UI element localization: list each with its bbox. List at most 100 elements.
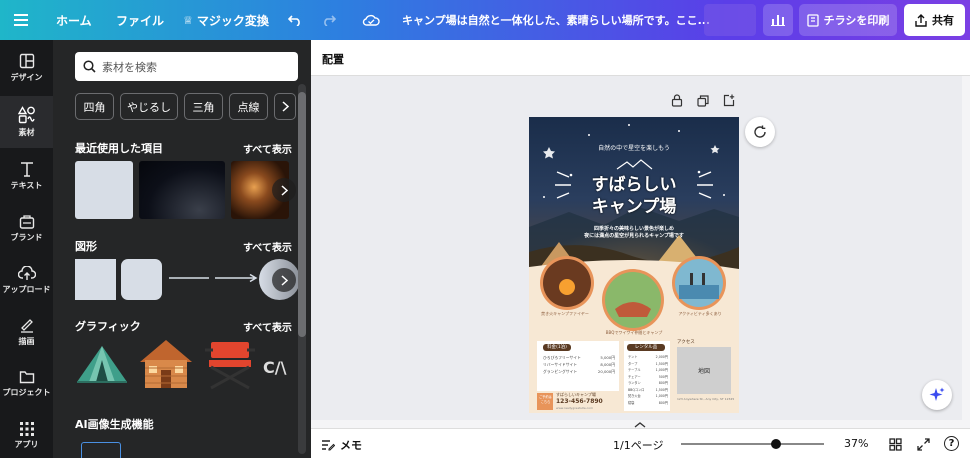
bar-chart-icon [771,15,785,26]
print-flyer-label: チラシを印刷 [823,14,890,27]
canvas-area: 配置 自然の中で星空を楽しもう すばらしい キャンプ場 四季折々の美味らしい景色… [311,40,970,458]
page-indicator[interactable]: 1/1ページ [613,437,663,453]
sidebar-item-label: ブランド [10,232,43,242]
poster-fee-name: グランピングサイト [543,369,578,374]
apps-icon [19,422,34,436]
magic-assistant-button[interactable] [922,380,952,410]
chips-next-button[interactable] [274,93,296,120]
flyer-poster[interactable]: 自然の中で星空を楽しもう すばらしい キャンプ場 四季折々の美味らしい景色が楽し… [529,117,739,413]
rounded-square-shape[interactable] [121,259,162,300]
document-title[interactable]: キャンプ場は自然と一体化した、素晴らしい場所です。ここ... [402,0,710,40]
undo-icon[interactable] [288,0,302,40]
arrange-button[interactable]: 配置 [322,51,344,67]
scroll-up-icon[interactable] [963,76,969,86]
poster-rental-list: テント 2,000円 タープ 1,500円 テーブル 1,000円 チェアー 500円 … [628,354,668,406]
sidebar-item-brand[interactable]: ブランド [0,202,53,254]
poster-fee-list: ひろびろフリーサイト 5,000円 リバーサイドサイト 8,000円 グランピングサ… [543,354,615,375]
graphics-see-all-link[interactable]: すべて表示 [243,319,292,334]
panel-scrollbar-thumb[interactable] [298,92,306,337]
recent-next-button[interactable] [272,178,296,202]
zoom-level[interactable]: 37% [844,437,868,450]
notes-label: メモ [340,439,362,452]
shapes-next-button[interactable] [272,268,296,292]
lock-icon[interactable] [671,94,683,107]
cabin-graphic[interactable] [137,338,195,390]
help-button[interactable]: ? [944,436,959,451]
redo-icon[interactable] [322,0,336,40]
canvas-header: 配置 [311,40,970,76]
sidebar-item-apps[interactable]: アプリ [0,410,53,462]
chip-square[interactable]: 四角 [75,93,114,120]
search-input[interactable]: 素材を検索 [75,52,298,81]
line-shape[interactable] [167,273,211,283]
chip-dotted-line[interactable]: 点線 [229,93,268,120]
magic-switch-button[interactable]: ♕ マジック変換 [183,0,269,40]
poster-fee-price: 8,000円 [600,362,615,367]
recent-night-photo-thumbnail[interactable] [139,161,225,219]
elements-panel: 素材を検索 四角 やじるし 三角 点線 最近使用した項目 すべて表示 図形 すべ… [53,40,311,458]
crown-icon: ♕ [183,13,193,27]
fullscreen-icon[interactable] [917,438,930,451]
refresh-icon [754,125,766,138]
print-icon [806,13,819,27]
poster-fee-row: ひろびろフリーサイト 5,000円 [543,354,615,361]
poster-address: 123 Anywhere St., Any City, ST 12345 [677,397,735,401]
poster-fee-price: 5,000円 [600,355,615,360]
zoom-slider[interactable] [681,439,824,449]
menu-icon[interactable] [14,0,28,40]
refresh-button[interactable] [745,117,775,147]
poster-fee-row: グランピングサイト 20,000円 [543,368,615,375]
user-avatar[interactable] [704,4,756,36]
grid-view-icon[interactable] [889,438,902,451]
cropped-text-graphic[interactable]: C/\ [263,358,298,377]
arrow-shape[interactable] [213,273,259,283]
home-button[interactable]: ホーム [56,0,92,40]
recent-shape-thumbnail[interactable] [75,161,133,219]
sidebar-item-elements[interactable]: 素材 [0,96,53,148]
duplicate-icon[interactable] [697,95,709,107]
chip-triangle[interactable]: 三角 [184,93,223,120]
chip-arrow[interactable]: やじるし [120,93,178,120]
print-flyer-button[interactable]: チラシを印刷 [799,4,897,36]
search-icon [83,60,96,73]
poster-fee-row: リバーサイドサイト 8,000円 [543,361,615,368]
tent-graphic[interactable] [75,342,129,388]
sidebar-item-label: デザイン [10,73,43,82]
camp-chair-graphic[interactable] [201,338,259,390]
notes-button[interactable]: メモ [321,437,362,453]
poster-fee-header: 料金(1泊) [543,344,571,351]
poster-phone: 123-456-7890 [556,398,603,405]
brand-icon [19,214,34,229]
chevron-right-icon [281,101,289,112]
share-button[interactable]: 共有 [904,4,965,36]
poster-rental-header: レンタル品 [627,344,665,351]
sidebar-item-design[interactable]: デザイン [0,42,53,94]
poster-fee-unit: (1泊) [556,345,567,350]
sidebar-item-text[interactable]: テキスト [0,150,53,202]
sidebar-item-upload[interactable]: アップロード [0,254,53,306]
zoom-slider-thumb[interactable] [770,439,781,449]
folder-icon [19,371,34,384]
cloud-save-icon[interactable] [362,0,380,40]
shapes-section-title: 図形 [75,240,97,253]
file-menu[interactable]: ファイル [116,0,164,40]
canvas-vertical-scrollbar[interactable] [962,76,970,428]
add-page-icon[interactable] [723,94,735,107]
poster-fee-price: 20,000円 [597,369,615,374]
sidebar-item-projects[interactable]: プロジェクト [0,358,53,410]
sidebar-item-draw[interactable]: 描画 [0,306,53,358]
poster-rental-row: 寝袋 800円 [628,400,668,407]
square-shape[interactable] [75,259,116,300]
poster-fee-title: 料金 [547,345,557,350]
sidebar-item-label: アップロード [2,284,51,294]
recent-see-all-link[interactable]: すべて表示 [243,141,292,156]
poster-desc-line2: 夜には満点の星空が見られるキャンプ場です [584,233,684,239]
poster-desc-line1: 四季折々の美味らしい景色が楽しめ [593,226,674,232]
notes-icon [322,440,335,451]
insights-button[interactable] [763,4,793,36]
poster-website: www.reallygreatsite.com [556,406,594,410]
share-label: 共有 [932,14,954,27]
ai-image-tile[interactable] [81,442,121,458]
shapes-see-all-link[interactable]: すべて表示 [243,239,292,254]
poster-booking-line: こちら [540,400,551,404]
